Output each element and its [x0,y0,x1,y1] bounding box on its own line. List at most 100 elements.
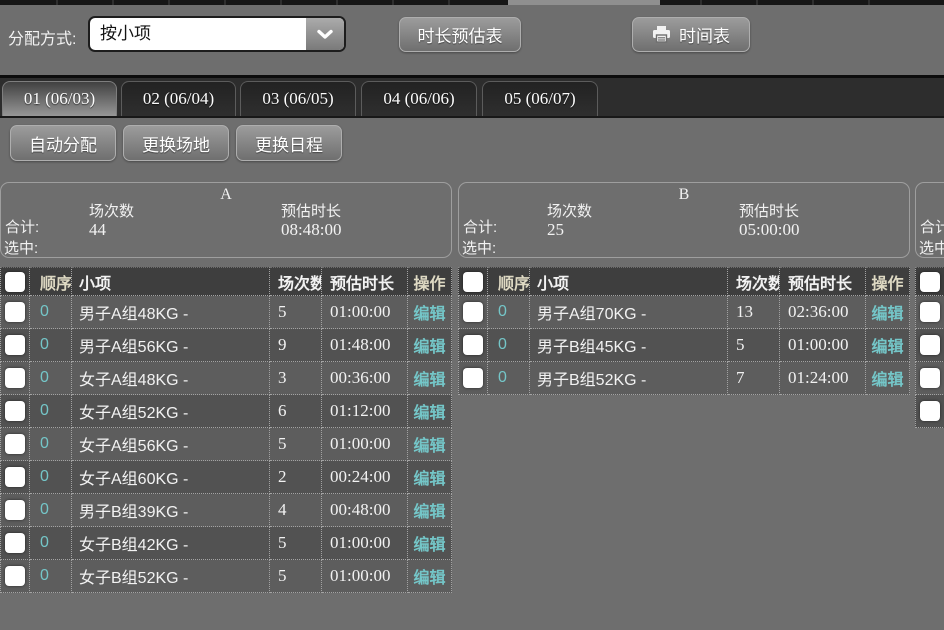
edit-link[interactable]: 编辑 [871,333,903,357]
change-venue-button[interactable]: 更换场地 [123,125,229,161]
row-duration: 01:00:00 [780,329,866,362]
tab-day-3[interactable]: 03 (06/05) [240,81,356,116]
row-match-count: 9 [270,329,322,362]
row-action-cell: 编辑 [866,362,910,395]
row-checkbox-cell [0,527,30,560]
row-order: 0 [30,527,72,560]
table-row: 0男子B组45KG -501:00:00编辑 [458,329,910,362]
summary-matches-label: 场次数 [89,200,134,221]
table-row: 0女子A组56KG -501:00:00编辑 [0,428,452,461]
row-checkbox-cell [915,296,944,329]
row-checkbox-cell [0,296,30,329]
change-schedule-button[interactable]: 更换日程 [236,125,342,161]
summary-total-label: 合计: [463,216,497,237]
time-table-button[interactable]: 时间表 [632,17,750,52]
row-order: 0 [488,362,530,395]
row-checkbox-cell [0,362,30,395]
row-checkbox[interactable] [5,335,25,355]
table-row [915,329,944,362]
edit-link[interactable]: 编辑 [413,564,445,588]
row-match-count: 5 [270,296,322,329]
table-row: 0女子A组52KG -601:12:00编辑 [0,395,452,428]
row-checkbox[interactable] [920,368,940,388]
header-checkbox-cell [915,267,944,296]
column-header-duration: 预估时长 [322,267,408,296]
tab-day-1[interactable]: 01 (06/03) [2,81,117,116]
row-checkbox[interactable] [5,566,25,586]
select-all-checkbox[interactable] [5,272,25,292]
row-match-count: 5 [270,527,322,560]
row-match-count: 5 [270,428,322,461]
edit-link[interactable]: 编辑 [413,465,445,489]
edit-link[interactable]: 编辑 [413,531,445,555]
table-header-row: 顺序小项场次数预估时长操作 [915,267,944,296]
edit-link[interactable]: 编辑 [413,399,445,423]
table-row: 0女子B组52KG -501:00:00编辑 [0,560,452,593]
edit-link[interactable]: 编辑 [871,366,903,390]
table-row [915,395,944,428]
summary-total-label: 合计: [920,216,944,237]
table-row: 0男子A组48KG -501:00:00编辑 [0,296,452,329]
row-checkbox[interactable] [5,434,25,454]
row-duration: 00:24:00 [322,461,408,494]
row-order: 0 [488,329,530,362]
row-checkbox[interactable] [5,467,25,487]
row-checkbox[interactable] [463,302,483,322]
duration-estimate-table-button[interactable]: 时长预估表 [399,17,521,52]
summary-duration-value: 08:48:00 [281,220,341,240]
row-checkbox[interactable] [5,500,25,520]
row-checkbox[interactable] [920,401,940,421]
row-event-name: 女子B组52KG - [72,560,270,593]
tab-day-4[interactable]: 04 (06/06) [361,81,477,116]
column-header-matches: 场次数 [270,267,322,296]
clipped-top-row [0,0,944,5]
row-action-cell: 编辑 [408,296,452,329]
column-header-order: 顺序 [30,267,72,296]
row-checkbox[interactable] [5,302,25,322]
summary-duration-label: 预估时长 [739,200,799,221]
column-header-matches: 场次数 [728,267,780,296]
row-duration: 01:00:00 [322,560,408,593]
venue-table: 顺序小项场次数预估时长操作0男子A组70KG -1302:36:00编辑0男子B… [458,267,910,395]
row-match-count: 5 [728,329,780,362]
auto-allocate-button[interactable]: 自动分配 [10,125,116,161]
row-checkbox-cell [915,362,944,395]
chevron-down-icon[interactable] [306,18,344,50]
row-match-count: 4 [270,494,322,527]
edit-link[interactable]: 编辑 [413,366,445,390]
table-header-row: 顺序小项场次数预估时长操作 [458,267,910,296]
row-checkbox[interactable] [5,401,25,421]
row-checkbox[interactable] [920,302,940,322]
row-duration: 00:36:00 [322,362,408,395]
row-checkbox[interactable] [463,335,483,355]
tab-day-2[interactable]: 02 (06/04) [121,81,236,116]
row-checkbox-cell [0,461,30,494]
select-all-checkbox[interactable] [920,272,940,292]
summary-selected-label: 选中: [919,237,944,258]
summary-selected-label: 选中: [4,237,38,258]
edit-link[interactable]: 编辑 [871,300,903,324]
table-row: 0男子A组70KG -1302:36:00编辑 [458,296,910,329]
allocation-mode-select[interactable]: 按小项 [88,16,346,52]
table-row: 0男子B组39KG -400:48:00编辑 [0,494,452,527]
edit-link[interactable]: 编辑 [413,498,445,522]
row-action-cell: 编辑 [408,494,452,527]
row-event-name: 女子B组42KG - [72,527,270,560]
venue-title: A [1,186,451,204]
edit-link[interactable]: 编辑 [413,432,445,456]
select-all-checkbox[interactable] [463,272,483,292]
venue-table: 顺序小项场次数预估时长操作0男子A组48KG -501:00:00编辑0男子A组… [0,267,452,593]
row-checkbox[interactable] [5,533,25,553]
row-event-name: 女子A组48KG - [72,362,270,395]
column-header-duration: 预估时长 [780,267,866,296]
venue-summary: 合计:选中:场次数预估时长 [915,182,944,258]
row-checkbox[interactable] [5,368,25,388]
row-event-name: 女子A组60KG - [72,461,270,494]
row-event-name: 女子A组56KG - [72,428,270,461]
edit-link[interactable]: 编辑 [413,333,445,357]
row-checkbox[interactable] [920,335,940,355]
row-checkbox[interactable] [463,368,483,388]
tab-day-5[interactable]: 05 (06/07) [482,81,598,116]
venue-summary: A合计:选中:场次数44预估时长08:48:00 [0,182,452,258]
edit-link[interactable]: 编辑 [413,300,445,324]
